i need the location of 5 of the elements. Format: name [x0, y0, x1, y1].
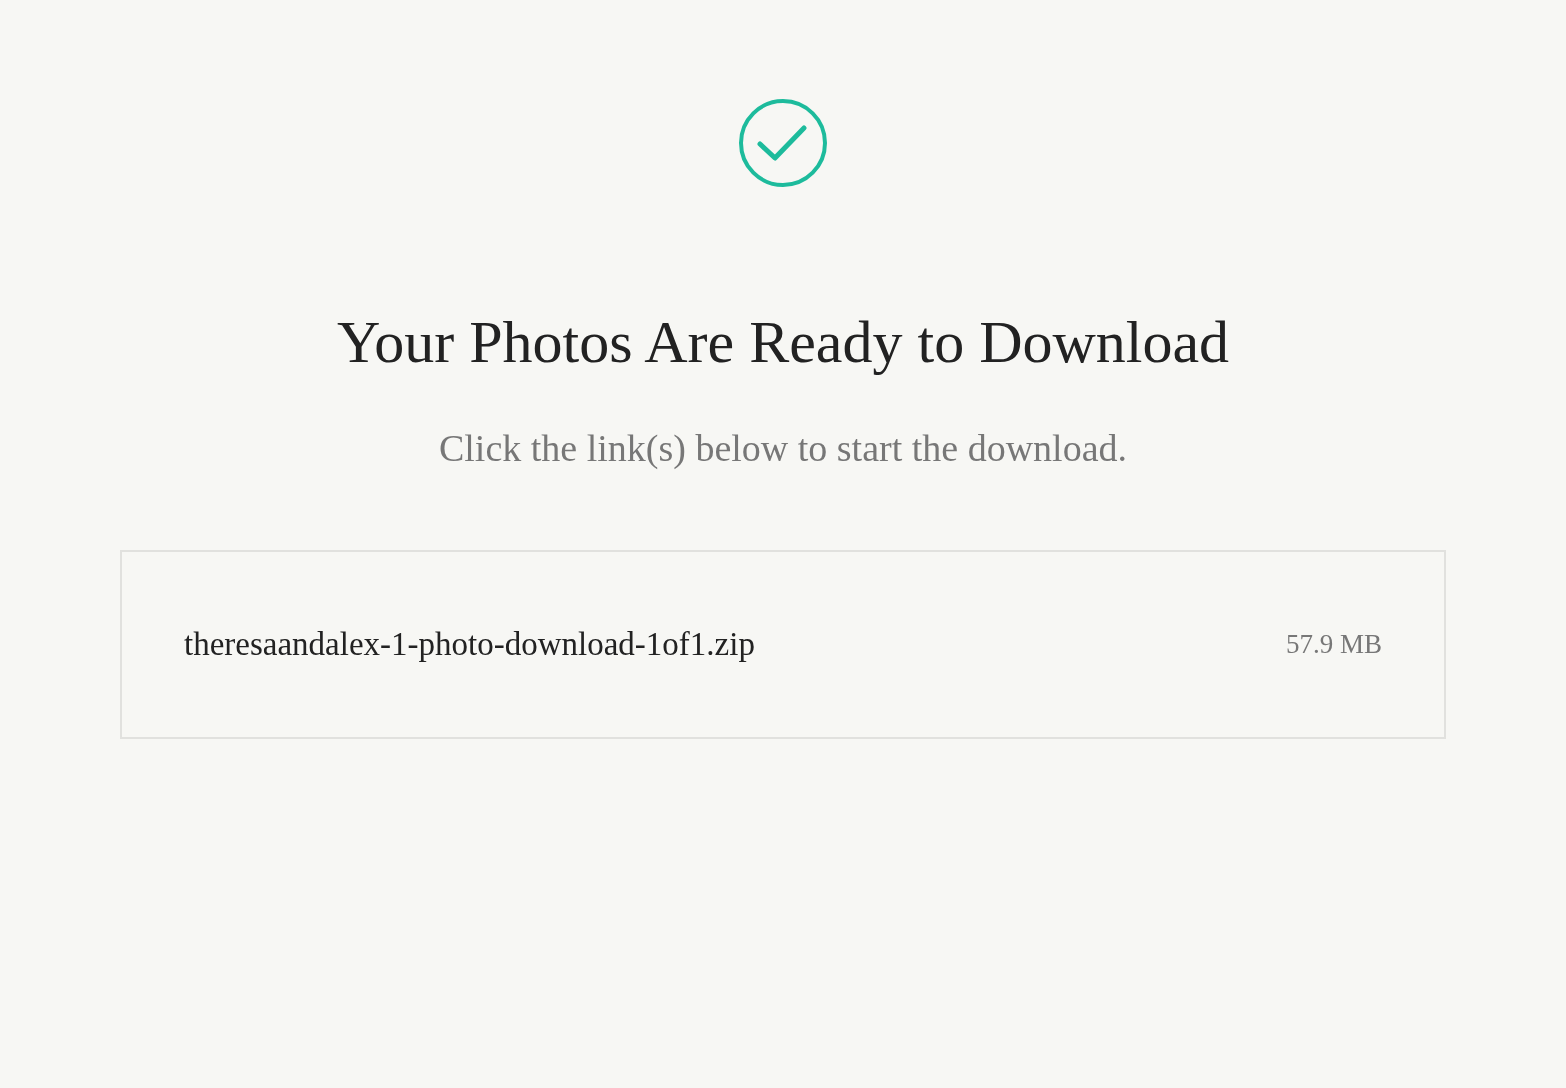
download-link[interactable]: theresaandalex-1-photo-download-1of1.zip — [184, 619, 755, 670]
checkmark-circle-icon — [738, 98, 828, 188]
file-size: 57.9 MB — [1285, 628, 1382, 662]
instruction-text: Click the link(s) below to start the download. — [438, 426, 1128, 471]
page-title: Your Photos Are Ready to Download — [336, 308, 1230, 377]
